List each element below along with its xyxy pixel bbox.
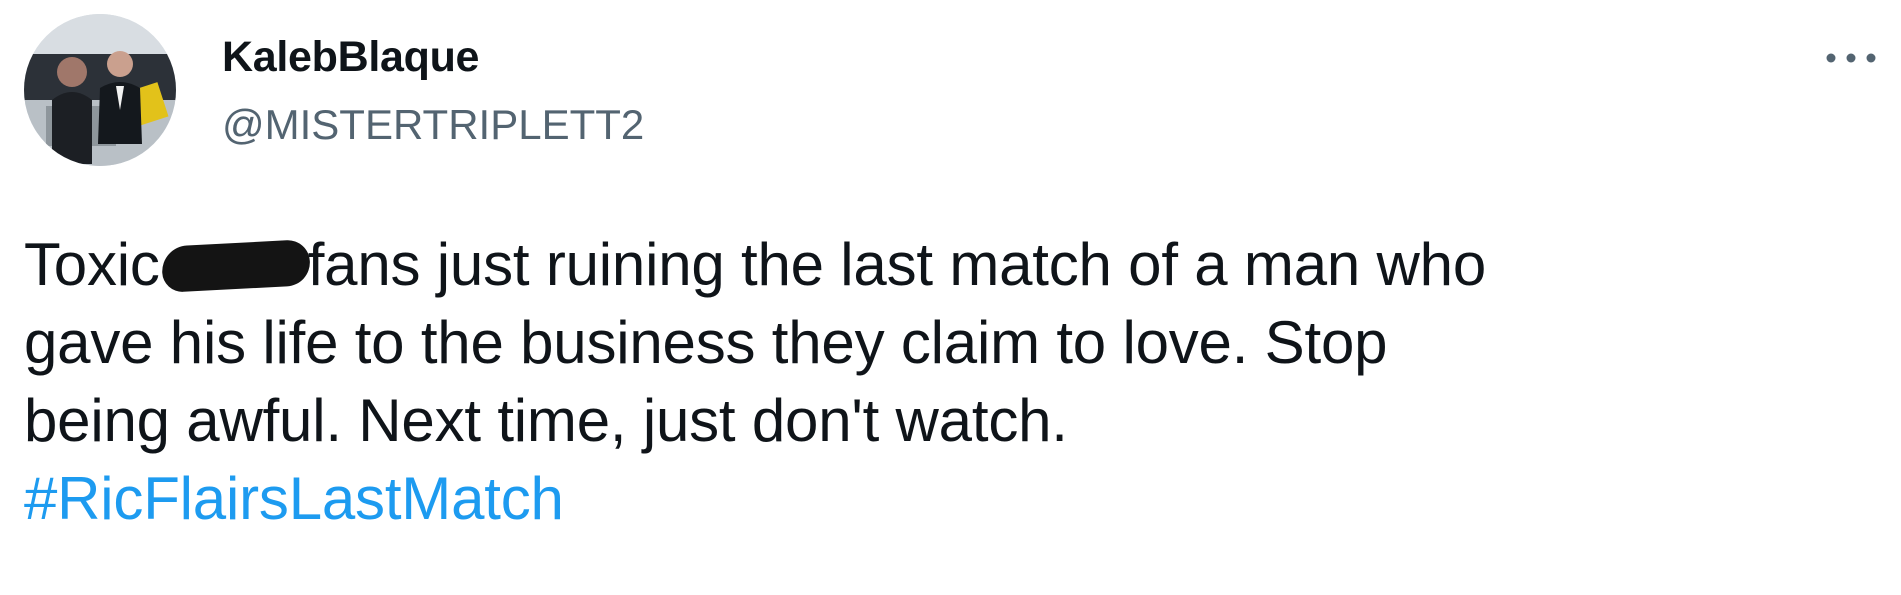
more-options-button[interactable]	[1823, 48, 1879, 68]
ellipsis-icon	[1826, 53, 1876, 63]
tweet-text-start: Toxic	[24, 231, 160, 298]
tweet-card: KalebBlaque @MISTERTRIPLETT2 Toxic fans j…	[0, 0, 1901, 595]
avatar-photo-icon	[24, 14, 176, 166]
redaction-mark	[160, 239, 311, 293]
tweet-text: Toxic fans just ruining the last match of…	[24, 226, 1874, 538]
hashtag-link[interactable]: #RicFlairsLastMatch	[24, 460, 1874, 538]
user-handle[interactable]: @MISTERTRIPLETT2	[222, 104, 644, 146]
display-name[interactable]: KalebBlaque	[222, 36, 479, 79]
tweet-line-3: being awful. Next time, just don't watch…	[24, 387, 1068, 454]
tweet-line-1: Toxic fans just ruining the last match of…	[24, 226, 1874, 304]
avatar[interactable]	[24, 14, 176, 166]
tweet-text-end: fans just ruining the last match of a ma…	[307, 231, 1486, 298]
tweet-line-2: gave his life to the business they claim…	[24, 309, 1388, 376]
